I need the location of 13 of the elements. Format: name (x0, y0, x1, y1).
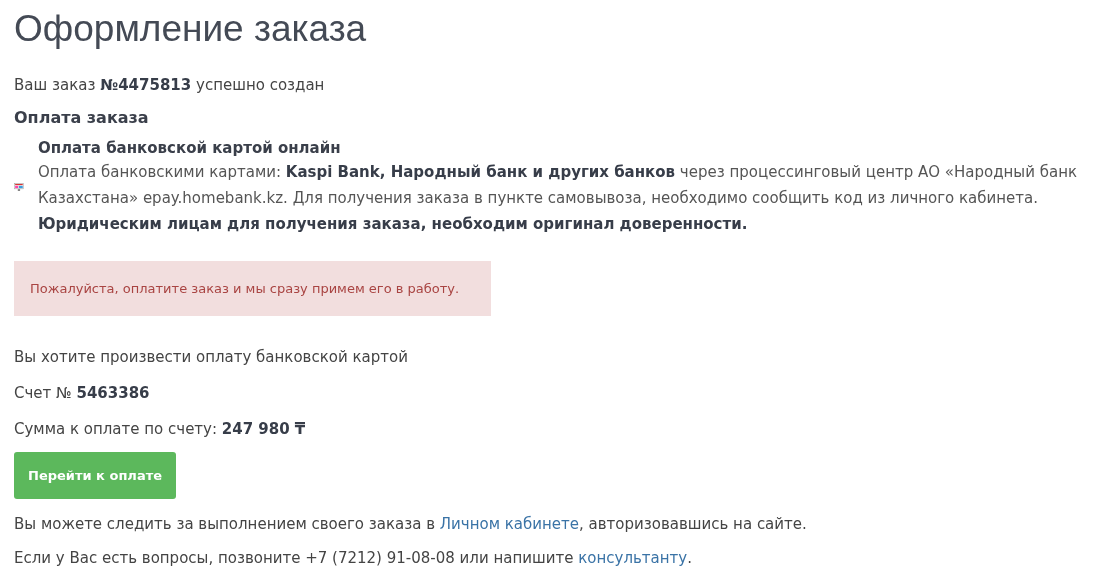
payment-method-name: Оплата банковской картой онлайн (37, 138, 342, 159)
track-note: Вы можете следить за выполнением своего заказа в Личном кабинете, авторизовавшись на сайте. (14, 515, 807, 533)
order-created-text: Ваш заказ №4475813 успешно создан (14, 76, 325, 94)
consultant-link[interactable]: консультанту (578, 549, 688, 567)
contact-note: Если у Вас есть вопросы, позвоните +7 (7212) 91-08-08 или напишите консультанту. (14, 549, 692, 567)
intent-text: Вы хотите произвести оплату банковской картой (14, 348, 408, 366)
payment-method-description: Оплата банковскими картами: Kaspi Bank, Народный банк и других банков через процессинговый центр АО «Народный банк Казахстана» epay.homebank.kz. Для получения заказа в пункте самовывоза, необходимо сообщить код из личного кабинета. Юридическим лицам для получения заказа, необходим оригинал доверенности. (37, 163, 1077, 233)
amount-text: Сумма к оплате по счету: 247 980 ₸ (14, 420, 306, 438)
invoice-number: Счет № 5463386 (14, 384, 150, 402)
account-link[interactable]: Личном кабинете (439, 515, 579, 533)
page-title: Оформление заказа (14, 7, 368, 51)
alert-message: Пожалуйста, оплатите заказ и мы сразу примем его в работу. (14, 261, 491, 316)
payment-heading: Оплата заказа (14, 108, 150, 127)
